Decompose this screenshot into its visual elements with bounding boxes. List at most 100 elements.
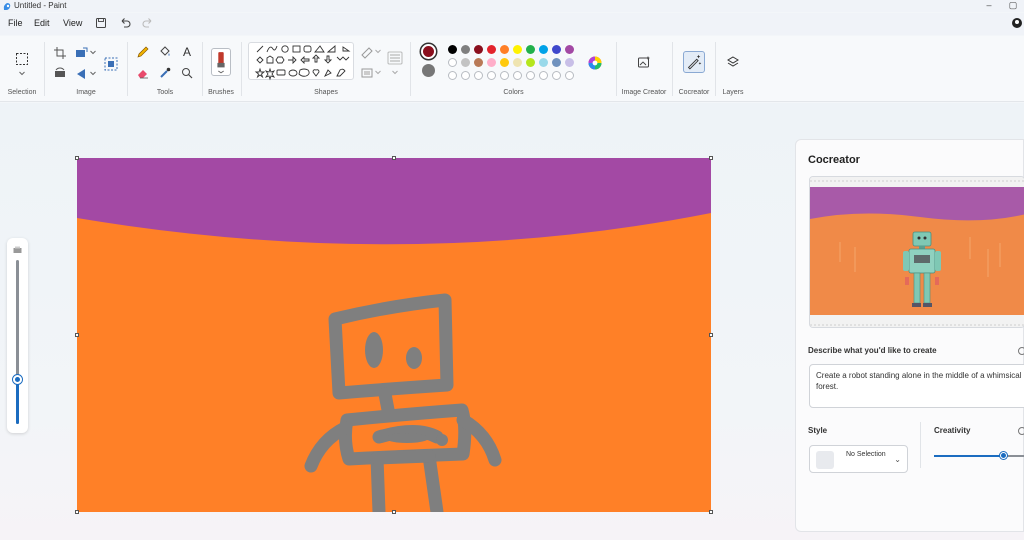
flip-icon[interactable] [75,67,89,81]
custom-color-slot[interactable] [461,71,470,80]
layers-label: Layers [722,89,744,96]
creativity-slider-thumb[interactable] [1000,452,1008,459]
generated-image-thumbnail[interactable] [809,176,1024,328]
select-rectangle-icon[interactable] [15,52,29,66]
resize-handle[interactable] [709,156,713,160]
palette-swatch[interactable] [461,58,470,67]
image-creator-label: Image Creator [621,89,667,96]
text-tool-icon[interactable]: A [180,45,194,59]
palette-swatch[interactable] [500,45,509,54]
cocreator-toggle[interactable] [683,51,705,73]
style-value: No Selection [846,451,886,458]
selection-label: Selection [7,89,37,96]
divider [920,422,921,468]
chevron-down-icon[interactable] [374,47,382,55]
prompt-input[interactable]: Create a robot standing alone in the mid… [809,364,1024,408]
palette-swatch[interactable] [526,45,535,54]
paint-app-icon [2,1,12,11]
resize-handle[interactable] [75,510,79,514]
style-dropdown[interactable]: No Selection ⌄ [809,445,908,473]
shape-outline-icon[interactable] [360,45,374,59]
minimize-icon[interactable]: – [982,0,996,10]
chevron-down-icon[interactable] [89,48,97,56]
crop-icon[interactable] [53,46,67,60]
creativity-slider-fill [934,455,1005,457]
image-select-icon[interactable] [103,56,119,72]
palette-swatch[interactable] [552,58,561,67]
palette-swatch[interactable] [461,45,470,54]
chevron-down-icon[interactable] [89,69,97,77]
style-thumbnail-icon [816,451,834,469]
palette-swatch[interactable] [500,58,509,67]
custom-color-slot[interactable] [526,71,535,80]
secondary-color[interactable] [422,64,435,77]
resize-handle[interactable] [392,510,396,514]
resize-handle[interactable] [75,333,79,337]
info-icon[interactable] [1018,347,1024,355]
zoom-slider[interactable] [7,238,28,433]
chevron-down-icon[interactable] [18,69,26,77]
resize-handle[interactable] [392,156,396,160]
cocreator-group: Cocreator [673,36,715,102]
zoom-thumb[interactable] [13,375,22,384]
window-title: Untitled - Paint [14,1,67,10]
palette-swatch[interactable] [539,58,548,67]
edit-colors-icon[interactable] [587,55,603,71]
pencil-icon[interactable] [136,45,150,59]
info-icon[interactable] [1018,427,1024,435]
resize-icon[interactable] [75,46,89,60]
redo-icon[interactable] [141,16,155,30]
palette-swatch[interactable] [474,45,483,54]
colors-label: Colors [503,89,524,96]
drawing-canvas[interactable] [77,158,711,512]
resize-handle[interactable] [75,156,79,160]
custom-color-slot[interactable] [552,71,561,80]
brushes-group: Brushes [203,36,239,102]
palette-swatch[interactable] [526,58,535,67]
palette-swatch[interactable] [513,58,522,67]
custom-color-slot[interactable] [474,71,483,80]
stroke-size-icon[interactable] [387,50,403,66]
colors-group: Colors [411,36,616,102]
menu-view[interactable]: View [63,18,82,28]
palette-swatch[interactable] [487,58,496,67]
color-picker-icon[interactable] [158,66,172,80]
brush-selector[interactable] [211,48,231,76]
palette-swatch[interactable] [448,45,457,54]
eraser-icon[interactable] [136,66,150,80]
resize-handle[interactable] [709,510,713,514]
magnifier-icon[interactable] [180,66,194,80]
shapes-gallery-icons[interactable] [249,43,355,81]
rotate-icon[interactable] [53,67,67,81]
menu-file[interactable]: File [8,18,23,28]
palette-swatch[interactable] [539,45,548,54]
image-creator-icon[interactable] [637,55,651,69]
palette-swatch[interactable] [565,45,574,54]
account-icon[interactable] [1010,16,1024,30]
palette-swatch[interactable] [474,58,483,67]
menu-edit[interactable]: Edit [34,18,50,28]
resize-handle[interactable] [709,333,713,337]
chevron-down-icon[interactable] [374,68,382,76]
undo-icon[interactable] [118,16,132,30]
palette-swatch[interactable] [448,58,457,67]
primary-color[interactable] [421,44,436,59]
custom-color-slot[interactable] [487,71,496,80]
restore-icon[interactable]: ▢ [1006,0,1020,11]
zoom-fill [16,379,19,424]
layers-icon[interactable] [726,55,740,69]
custom-color-slot[interactable] [565,71,574,80]
shape-fill-icon[interactable] [360,66,374,80]
save-icon[interactable] [94,16,108,30]
custom-color-slot[interactable] [513,71,522,80]
custom-color-slot[interactable] [500,71,509,80]
fill-bucket-icon[interactable] [158,45,172,59]
palette-swatch[interactable] [513,45,522,54]
palette-swatch[interactable] [552,45,561,54]
chevron-down-icon[interactable] [391,68,399,76]
prompt-label: Describe what you'd like to create [808,346,937,355]
custom-color-slot[interactable] [448,71,457,80]
palette-swatch[interactable] [565,58,574,67]
palette-swatch[interactable] [487,45,496,54]
custom-color-slot[interactable] [539,71,548,80]
